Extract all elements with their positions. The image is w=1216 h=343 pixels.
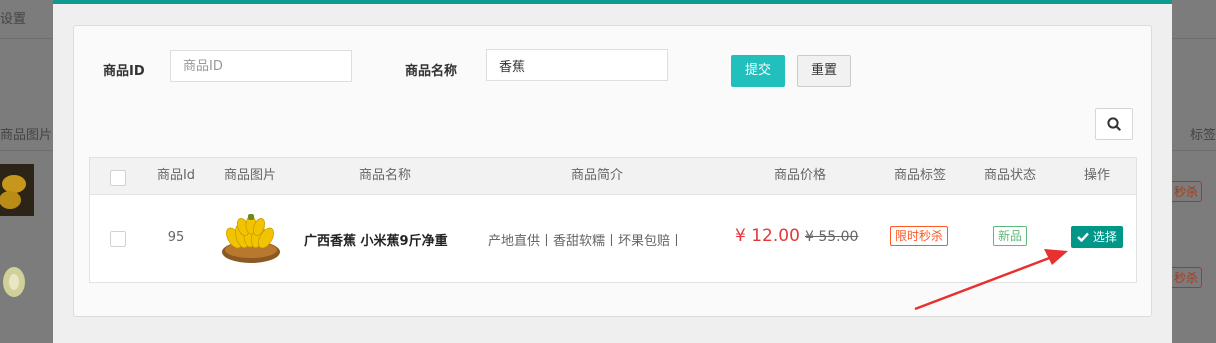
annotation-arrow (914, 249, 1068, 311)
